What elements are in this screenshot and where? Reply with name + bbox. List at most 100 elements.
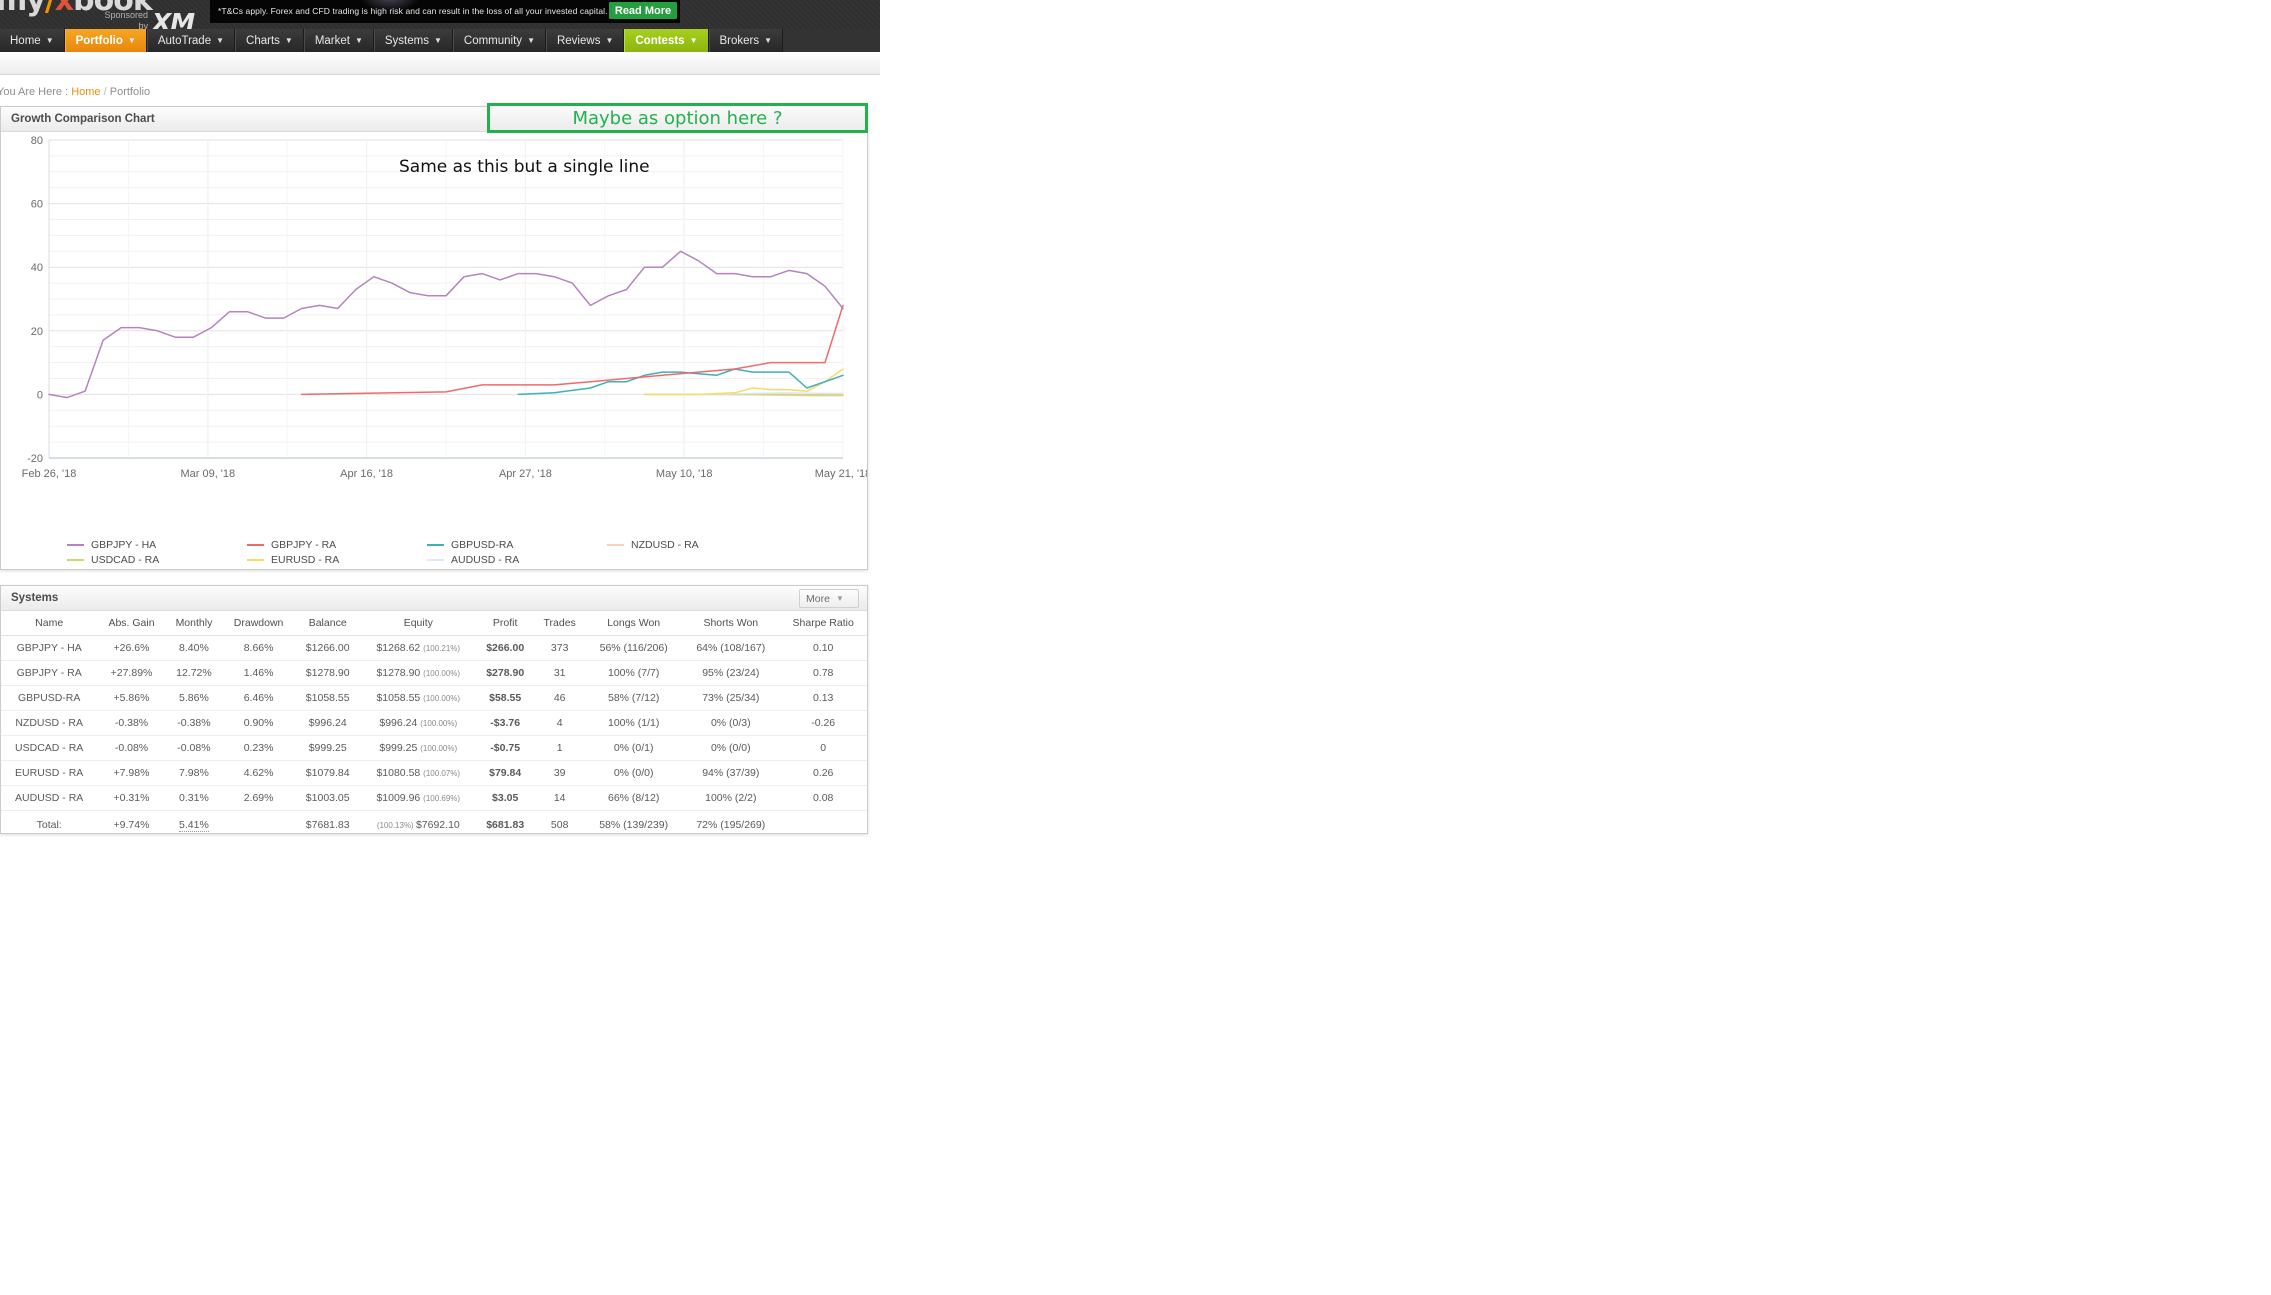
column-header[interactable]: Shorts Won: [682, 611, 779, 636]
nav-item-brokers[interactable]: Brokers ▼: [709, 29, 784, 52]
ad-banner[interactable]: *T&Cs apply. Forex and CFD trading is hi…: [210, 0, 680, 23]
column-header[interactable]: Name: [1, 611, 97, 636]
column-header[interactable]: Profit: [476, 611, 534, 636]
chevron-down-icon: ▼: [216, 36, 224, 45]
cell-drawdown: 0.90%: [222, 711, 295, 736]
legend-item[interactable]: AUDUSD - RA: [427, 554, 607, 566]
legend-label: GBPUSD-RA: [451, 539, 513, 551]
cell-abs-gain: -0.08%: [97, 736, 165, 761]
chart-legend: GBPJPY - HA GBPJPY - RA GBPUSD-RA NZDUSD - …: [67, 539, 767, 566]
nav-label: Community: [464, 35, 522, 47]
equity-value: $1009.96: [376, 792, 423, 804]
column-header[interactable]: Abs. Gain: [97, 611, 165, 636]
growth-chart-svg[interactable]: 806040200-20Feb 26, '18Mar 09, '18Apr 16…: [1, 132, 867, 568]
nav-item-market[interactable]: Market ▼: [304, 29, 374, 52]
more-button[interactable]: More ▼: [799, 589, 859, 608]
breadcrumb-current: Portfolio: [110, 86, 150, 98]
equity-value: $1278.90: [376, 667, 423, 679]
cell-trades: 39: [534, 761, 585, 786]
nav-label: Contests: [635, 35, 684, 47]
cell-monthly: 7.98%: [166, 761, 223, 786]
cell-name[interactable]: EURUSD - RA: [1, 761, 97, 786]
sub-header-bar: [0, 52, 880, 75]
table-row[interactable]: AUDUSD - RA+0.31%0.31%2.69%$1003.05$1009…: [1, 786, 867, 811]
cell-equity: $1058.55 (100.00%): [360, 686, 476, 711]
table-row[interactable]: EURUSD - RA+7.98%7.98%4.62%$1079.84$1080…: [1, 761, 867, 786]
table-row[interactable]: USDCAD - RA-0.08%-0.08%0.23%$999.25$999.…: [1, 736, 867, 761]
chevron-down-icon: ▼: [128, 36, 136, 45]
column-header[interactable]: Trades: [534, 611, 585, 636]
cell-equity: $999.25 (100.00%): [360, 736, 476, 761]
x-tick-label: Mar 09, '18: [180, 468, 235, 480]
equity-percent: (100.00%): [423, 669, 460, 678]
cell-name[interactable]: AUDUSD - RA: [1, 786, 97, 811]
nav-item-community[interactable]: Community ▼: [453, 29, 546, 52]
legend-item[interactable]: GBPJPY - RA: [247, 539, 427, 551]
main-navigation: Home ▼ Portfolio ▼ AutoTrade ▼ Charts ▼ …: [0, 29, 880, 52]
chart-plot-area[interactable]: 806040200-20Feb 26, '18Mar 09, '18Apr 16…: [1, 132, 867, 568]
legend-label: EURUSD - RA: [271, 554, 339, 566]
legend-item[interactable]: GBPJPY - HA: [67, 539, 247, 551]
breadcrumb-link-home[interactable]: Home: [71, 86, 100, 98]
table-total-row: Total:+9.74%5.41%$7681.83(100.13%) $7692…: [1, 811, 867, 838]
column-header[interactable]: Drawdown: [222, 611, 295, 636]
cell-trades: 14: [534, 786, 585, 811]
cell-monthly: -0.08%: [166, 736, 223, 761]
column-header[interactable]: Longs Won: [585, 611, 682, 636]
cell-shorts-won: 100% (2/2): [682, 786, 779, 811]
equity-percent: (100.07%): [423, 769, 460, 778]
cell-trades: 1: [534, 736, 585, 761]
cell-name[interactable]: USDCAD - RA: [1, 736, 97, 761]
column-header[interactable]: Sharpe Ratio: [779, 611, 867, 636]
nav-item-autotrade[interactable]: AutoTrade ▼: [147, 29, 235, 52]
cell-longs-won: 58% (7/12): [585, 686, 682, 711]
cell-total-equity: (100.13%) $7692.10: [360, 811, 476, 838]
cell-total-balance: $7681.83: [295, 811, 360, 838]
cell-name[interactable]: GBPJPY - HA: [1, 636, 97, 661]
legend-item[interactable]: USDCAD - RA: [67, 554, 247, 566]
ad-disclaimer: *T&Cs apply. Forex and CFD trading is hi…: [218, 6, 608, 16]
table-row[interactable]: GBPJPY - RA+27.89%12.72%1.46%$1278.90$12…: [1, 661, 867, 686]
cell-name[interactable]: NZDUSD - RA: [1, 711, 97, 736]
read-more-button[interactable]: Read More: [609, 2, 677, 19]
chevron-down-icon: ▼: [355, 36, 363, 45]
nav-item-portfolio[interactable]: Portfolio ▼: [65, 29, 147, 52]
table-row[interactable]: GBPJPY - HA+26.6%8.40%8.66%$1266.00$1268…: [1, 636, 867, 661]
legend-label: GBPJPY - HA: [91, 539, 156, 551]
legend-color-swatch: [607, 544, 624, 546]
sponsor-line-1: Sponsored: [70, 10, 148, 21]
table-row[interactable]: NZDUSD - RA-0.38%-0.38%0.90%$996.24$996.…: [1, 711, 867, 736]
equity-percent: (100.21%): [423, 644, 460, 653]
column-header[interactable]: Balance: [295, 611, 360, 636]
total-monthly-value: 5.41%: [179, 819, 209, 832]
legend-label: NZDUSD - RA: [631, 539, 699, 551]
legend-item[interactable]: EURUSD - RA: [247, 554, 427, 566]
table-row[interactable]: GBPUSD-RA+5.86%5.86%6.46%$1058.55$1058.5…: [1, 686, 867, 711]
nav-item-charts[interactable]: Charts ▼: [235, 29, 304, 52]
equity-value: $1080.58: [376, 767, 423, 779]
cell-equity: $1268.62 (100.21%): [360, 636, 476, 661]
legend-item[interactable]: GBPUSD-RA: [427, 539, 607, 551]
nav-item-systems[interactable]: Systems ▼: [374, 29, 453, 52]
table-header-row: NameAbs. GainMonthlyDrawdownBalanceEquit…: [1, 611, 867, 636]
cell-drawdown: 1.46%: [222, 661, 295, 686]
cell-profit: -$0.75: [476, 736, 534, 761]
nav-item-reviews[interactable]: Reviews ▼: [546, 29, 624, 52]
equity-percent: (100.00%): [423, 694, 460, 703]
column-header[interactable]: Monthly: [166, 611, 223, 636]
nav-label: Market: [315, 35, 350, 47]
systems-table-body: GBPJPY - HA+26.6%8.40%8.66%$1266.00$1268…: [1, 636, 867, 838]
x-tick-label: May 10, '18: [656, 468, 713, 480]
cell-abs-gain: +27.89%: [97, 661, 165, 686]
total-equity-value: $7692.10: [416, 819, 460, 831]
column-header[interactable]: Equity: [360, 611, 476, 636]
x-tick-label: Apr 27, '18: [499, 468, 552, 480]
legend-color-swatch: [427, 559, 444, 561]
cell-name[interactable]: GBPJPY - RA: [1, 661, 97, 686]
legend-item[interactable]: NZDUSD - RA: [607, 539, 787, 551]
nav-item-contests[interactable]: Contests ▼: [624, 29, 708, 52]
x-tick-label: May 21, '18: [815, 468, 867, 480]
cell-total-label: Total:: [1, 811, 97, 838]
nav-item-home[interactable]: Home ▼: [0, 29, 65, 52]
cell-name[interactable]: GBPUSD-RA: [1, 686, 97, 711]
